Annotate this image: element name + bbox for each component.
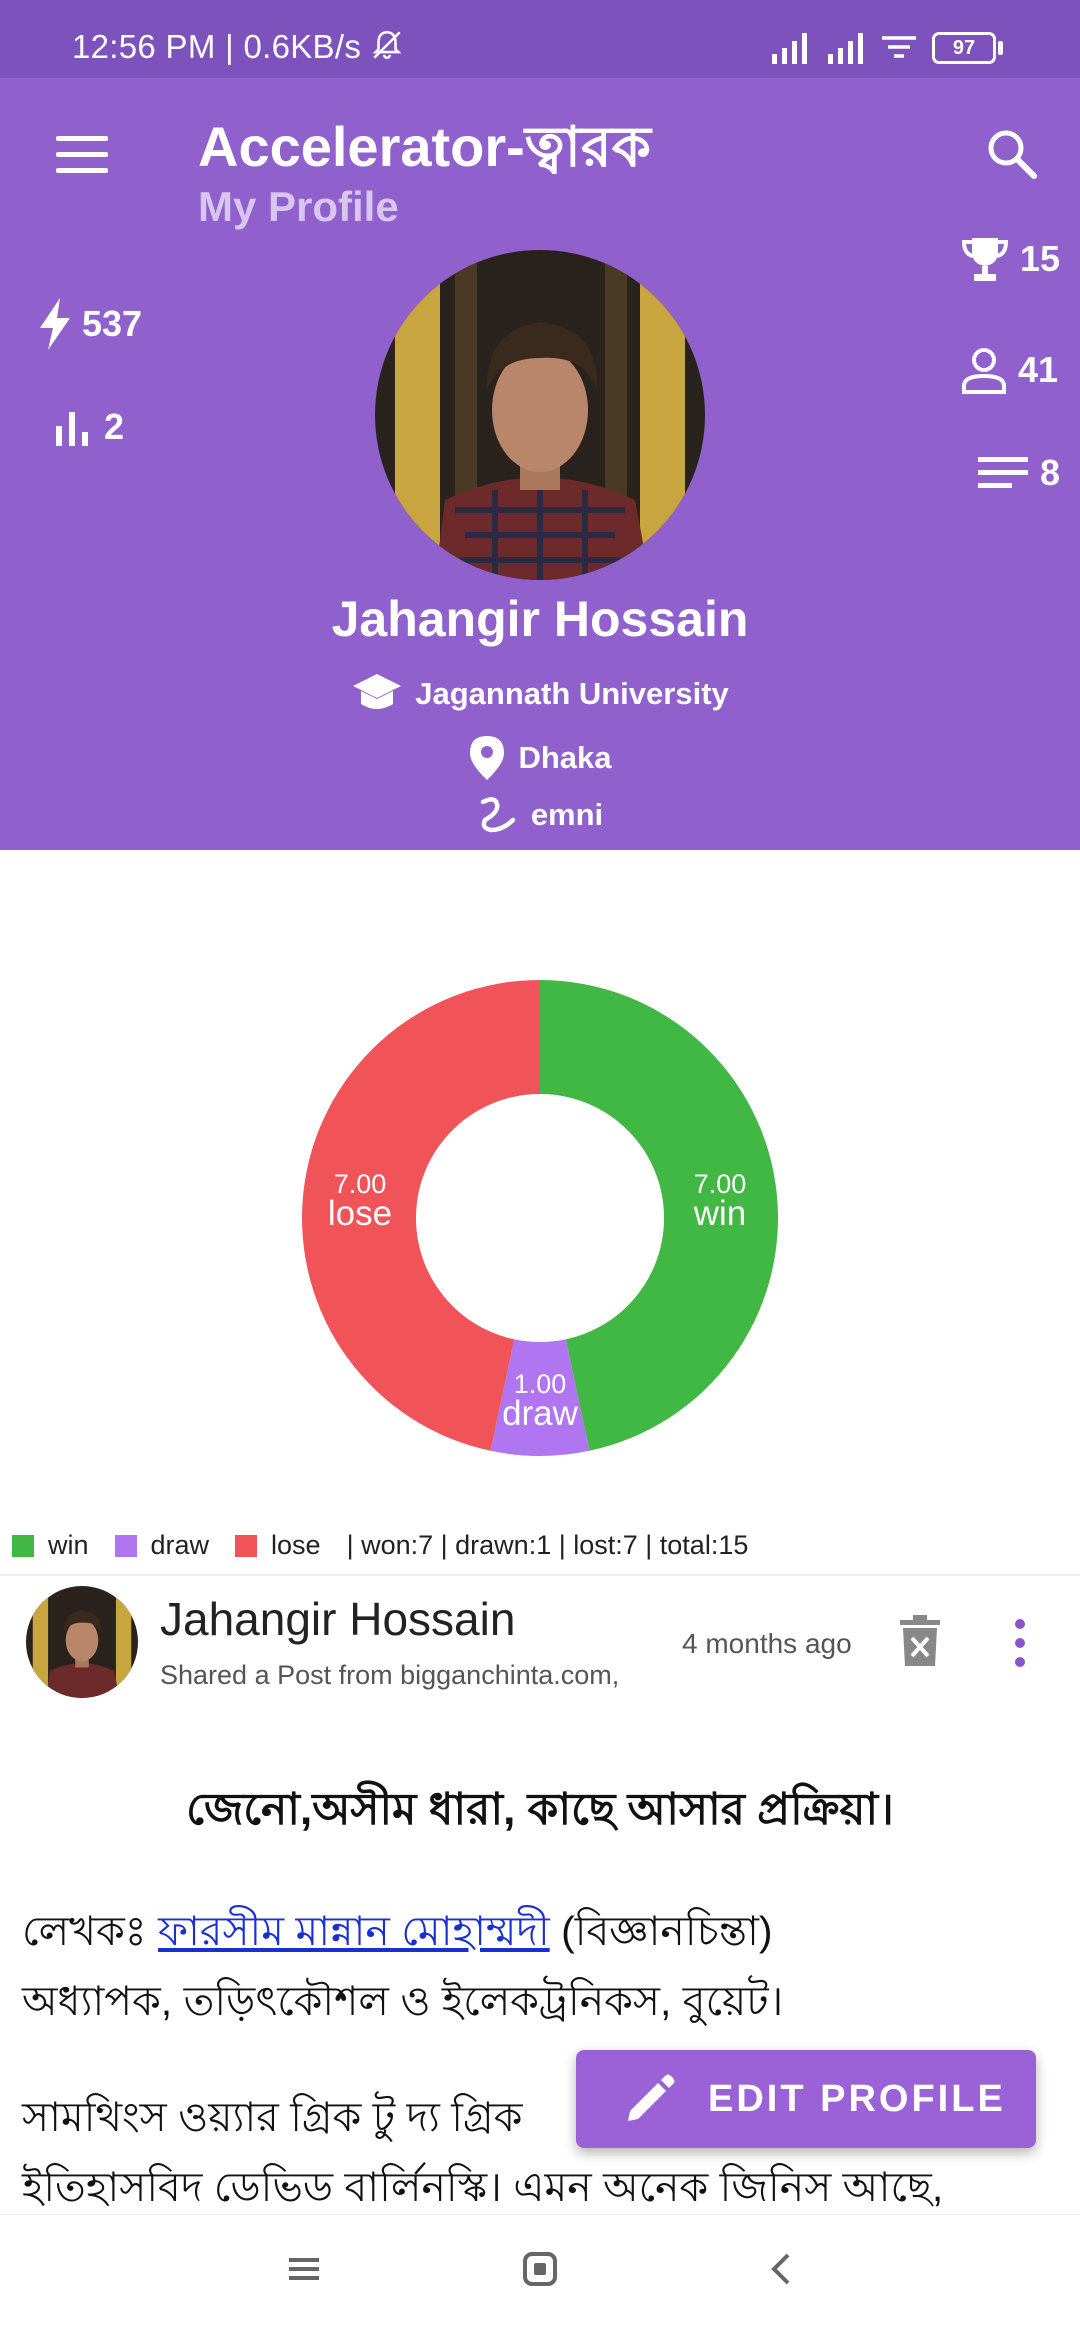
edit-profile-label: EDIT PROFILE [708,2077,1006,2120]
person-icon [962,348,1006,394]
post-author-avatar[interactable] [26,1586,138,1698]
profile-avatar[interactable] [375,250,705,580]
posts-value: 8 [1040,452,1061,493]
profile-header: Accelerator-ত্বারক My Profile 537 2 15 4… [0,78,1080,850]
recent-apps-icon[interactable] [286,2251,322,2287]
author-prefix: লেখকঃ [22,1908,147,1954]
rank-value: 2 [104,406,125,447]
energy-value: 537 [82,303,143,344]
list-icon [978,457,1028,488]
donut-label-draw: draw [502,1394,579,1433]
legend-draw-label: draw [150,1530,210,1560]
chart-legend: win draw lose | won:7 | drawn:1 | lost:7… [12,1530,748,1561]
legend-draw: draw [114,1530,210,1561]
status-time: 12:56 PM | 0.6KB/s [72,28,362,65]
legend-lose-swatch [235,1534,258,1557]
donut-label-lose: lose [328,1194,392,1233]
battery-tip [998,41,1003,55]
trophy-icon [961,238,1009,281]
followers-stat: 41 [960,346,1058,394]
post-author-name[interactable]: Jahangir Hossain [160,1592,515,1646]
battery-indicator: 97 [932,32,996,64]
notifications-off-icon [372,30,402,59]
rank-stat: 2 [54,406,124,448]
back-icon[interactable] [764,2251,800,2287]
energy-stat: 537 [38,298,142,350]
legend-lose: lose [235,1530,321,1561]
system-nav-bar [0,2214,1080,2340]
author-suffix: (বিজ্ঞানচিন্তা) [561,1908,773,1954]
divider [0,1574,1080,1576]
status-bar: 12:56 PM | 0.6KB/s 97 [0,0,1080,78]
donut-label-win: win [693,1194,747,1233]
legend-draw-swatch [114,1534,137,1557]
lightning-icon [40,298,70,350]
post-line-2: অধ্যাপক, তড়িৎকৌশল ও ইলেকট্রনিকস, বুয়েট… [22,1978,784,2024]
posts-stat: 8 [976,452,1060,494]
bar-chart-icon [56,412,88,446]
donut-hole [440,1118,640,1318]
tag-line: emni [0,794,1080,836]
results-donut-chart: 7.00win1.00draw7.00lose [301,980,779,1456]
followers-value: 41 [1018,349,1059,390]
signal-icon-2 [828,33,863,64]
search-icon[interactable] [982,124,1042,184]
signal-icon [772,33,807,64]
squiggle-icon [480,797,516,833]
trophy-value: 15 [1020,238,1061,279]
location-line: Dhaka [0,734,1080,782]
post-author-line: লেখকঃ ফারসীম মান্নান মোহাম্মদী (বিজ্ঞানচ… [22,1900,773,1969]
trophy-stat: 15 [960,234,1060,284]
author-link[interactable]: ফারসীম মান্নান মোহাম্মদী [158,1908,550,1954]
location-text: Dhaka [518,740,612,775]
legend-lose-label: lose [271,1530,321,1560]
edit-profile-button[interactable]: EDIT PROFILE [576,2050,1036,2148]
pencil-icon [628,2074,675,2121]
tag-text: emni [530,797,604,832]
profile-name: Jahangir Hossain [331,591,749,647]
graduation-cap-icon [353,674,402,709]
post-share-source: Shared a Post from bigganchinta.com, [160,1660,620,1690]
legend-summary: | won:7 | drawn:1 | lost:7 | total:15 [346,1530,749,1560]
legend-win-label: win [48,1530,89,1560]
post-line-3: সামথিংস ওয়্যার গ্রিক টু দ্য গ্রিক [22,2094,523,2140]
university-line: Jagannath University [0,672,1080,716]
home-icon[interactable] [522,2251,558,2287]
location-pin-icon [470,736,505,780]
legend-win-swatch [12,1534,34,1557]
post-timestamp: 4 months ago [682,1628,852,1659]
menu-button[interactable] [52,128,116,182]
university-text: Jagannath University [415,676,729,711]
post-title: জেনো,অসীম ধারা, কাছে আসার প্রক্রিয়া। [186,1785,894,1834]
delete-icon[interactable] [898,1614,942,1668]
wifi-icon [882,36,916,58]
more-options-icon[interactable] [1006,1616,1034,1670]
page-subtitle: My Profile [198,183,399,230]
legend-win: win [12,1530,89,1561]
